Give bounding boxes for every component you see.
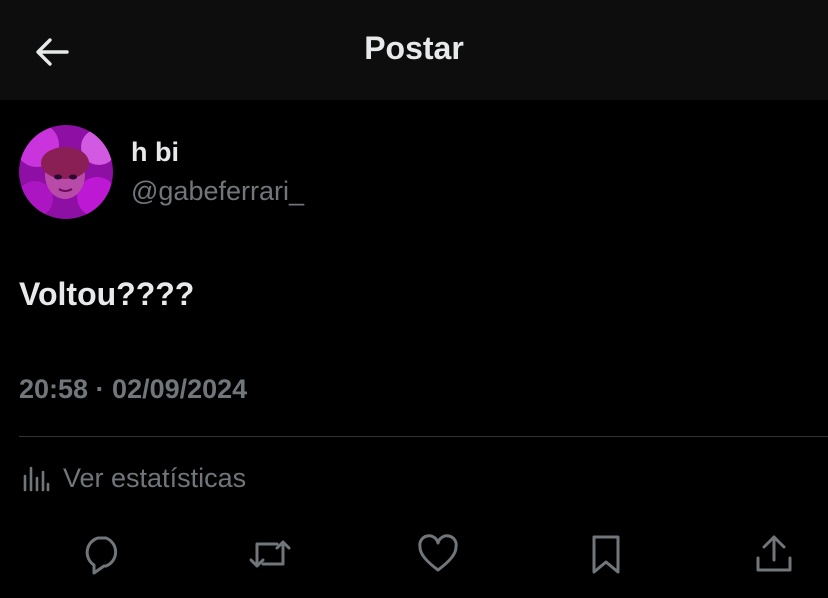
share-button[interactable] [750, 530, 798, 578]
reply-button[interactable] [78, 530, 126, 578]
bar-chart-icon [23, 466, 50, 492]
retweet-icon [249, 540, 291, 568]
bookmark-button[interactable] [582, 530, 630, 578]
page-title: Postar [364, 30, 464, 66]
like-button[interactable] [414, 530, 462, 578]
repost-button[interactable] [246, 530, 294, 578]
author-handle[interactable]: @gabeferrari_ [131, 176, 304, 207]
author-display-name[interactable]: h bi [131, 137, 179, 168]
view-stats-button[interactable]: Ver estatísticas [19, 458, 246, 498]
divider [19, 436, 828, 437]
post-text: Voltou???? [19, 276, 195, 312]
like-icon [418, 534, 458, 572]
back-button[interactable] [26, 30, 78, 74]
share-icon [756, 535, 792, 572]
bookmark-icon [592, 535, 620, 574]
arrow-left-icon [36, 38, 69, 66]
view-stats-label: Ver estatísticas [63, 462, 247, 493]
reply-icon [85, 536, 118, 575]
avatar[interactable] [19, 125, 113, 219]
post-timestamp[interactable]: 20:58 · 02/09/2024 [19, 374, 247, 405]
top-bar: Postar [0, 0, 828, 100]
